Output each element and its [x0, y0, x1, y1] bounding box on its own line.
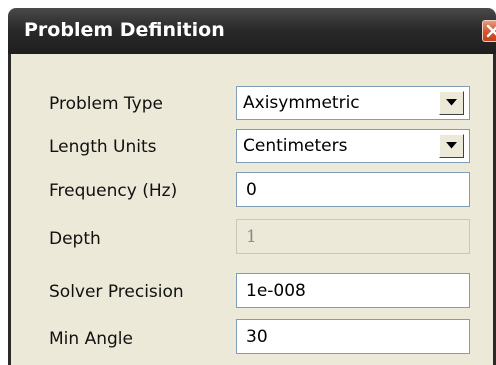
min-angle-label: Min Angle — [49, 329, 133, 349]
close-icon — [486, 24, 496, 38]
min-angle-input[interactable] — [237, 320, 469, 353]
depth-field — [236, 219, 470, 254]
frequency-label: Frequency (Hz) — [49, 181, 178, 201]
frequency-field[interactable] — [236, 172, 470, 207]
solver-precision-field[interactable] — [236, 273, 470, 308]
close-button[interactable] — [482, 20, 496, 42]
length-units-label: Length Units — [49, 137, 157, 157]
length-units-dropdown-button[interactable] — [439, 134, 464, 158]
depth-label: Depth — [49, 229, 101, 249]
dropdown-arrow-icon — [446, 99, 457, 106]
solver-precision-label: Solver Precision — [49, 282, 184, 302]
dropdown-arrow-icon — [446, 142, 457, 149]
frequency-input[interactable] — [237, 173, 469, 206]
problem-type-select[interactable]: Axisymmetric — [236, 86, 470, 120]
length-units-select[interactable]: Centimeters — [236, 129, 470, 163]
problem-type-value: Axisymmetric — [243, 93, 360, 113]
problem-definition-dialog: Problem Definition Problem Type Axisymme… — [8, 8, 496, 365]
dialog-body: Problem Type Axisymmetric Length Units C… — [8, 54, 496, 365]
min-angle-field[interactable] — [236, 319, 470, 354]
solver-precision-input[interactable] — [237, 274, 469, 307]
title-bar[interactable]: Problem Definition — [8, 8, 496, 54]
length-units-value: Centimeters — [243, 136, 348, 156]
dialog-title: Problem Definition — [24, 19, 225, 41]
problem-type-label: Problem Type — [49, 94, 163, 114]
problem-type-dropdown-button[interactable] — [439, 91, 464, 115]
depth-input — [237, 220, 469, 253]
